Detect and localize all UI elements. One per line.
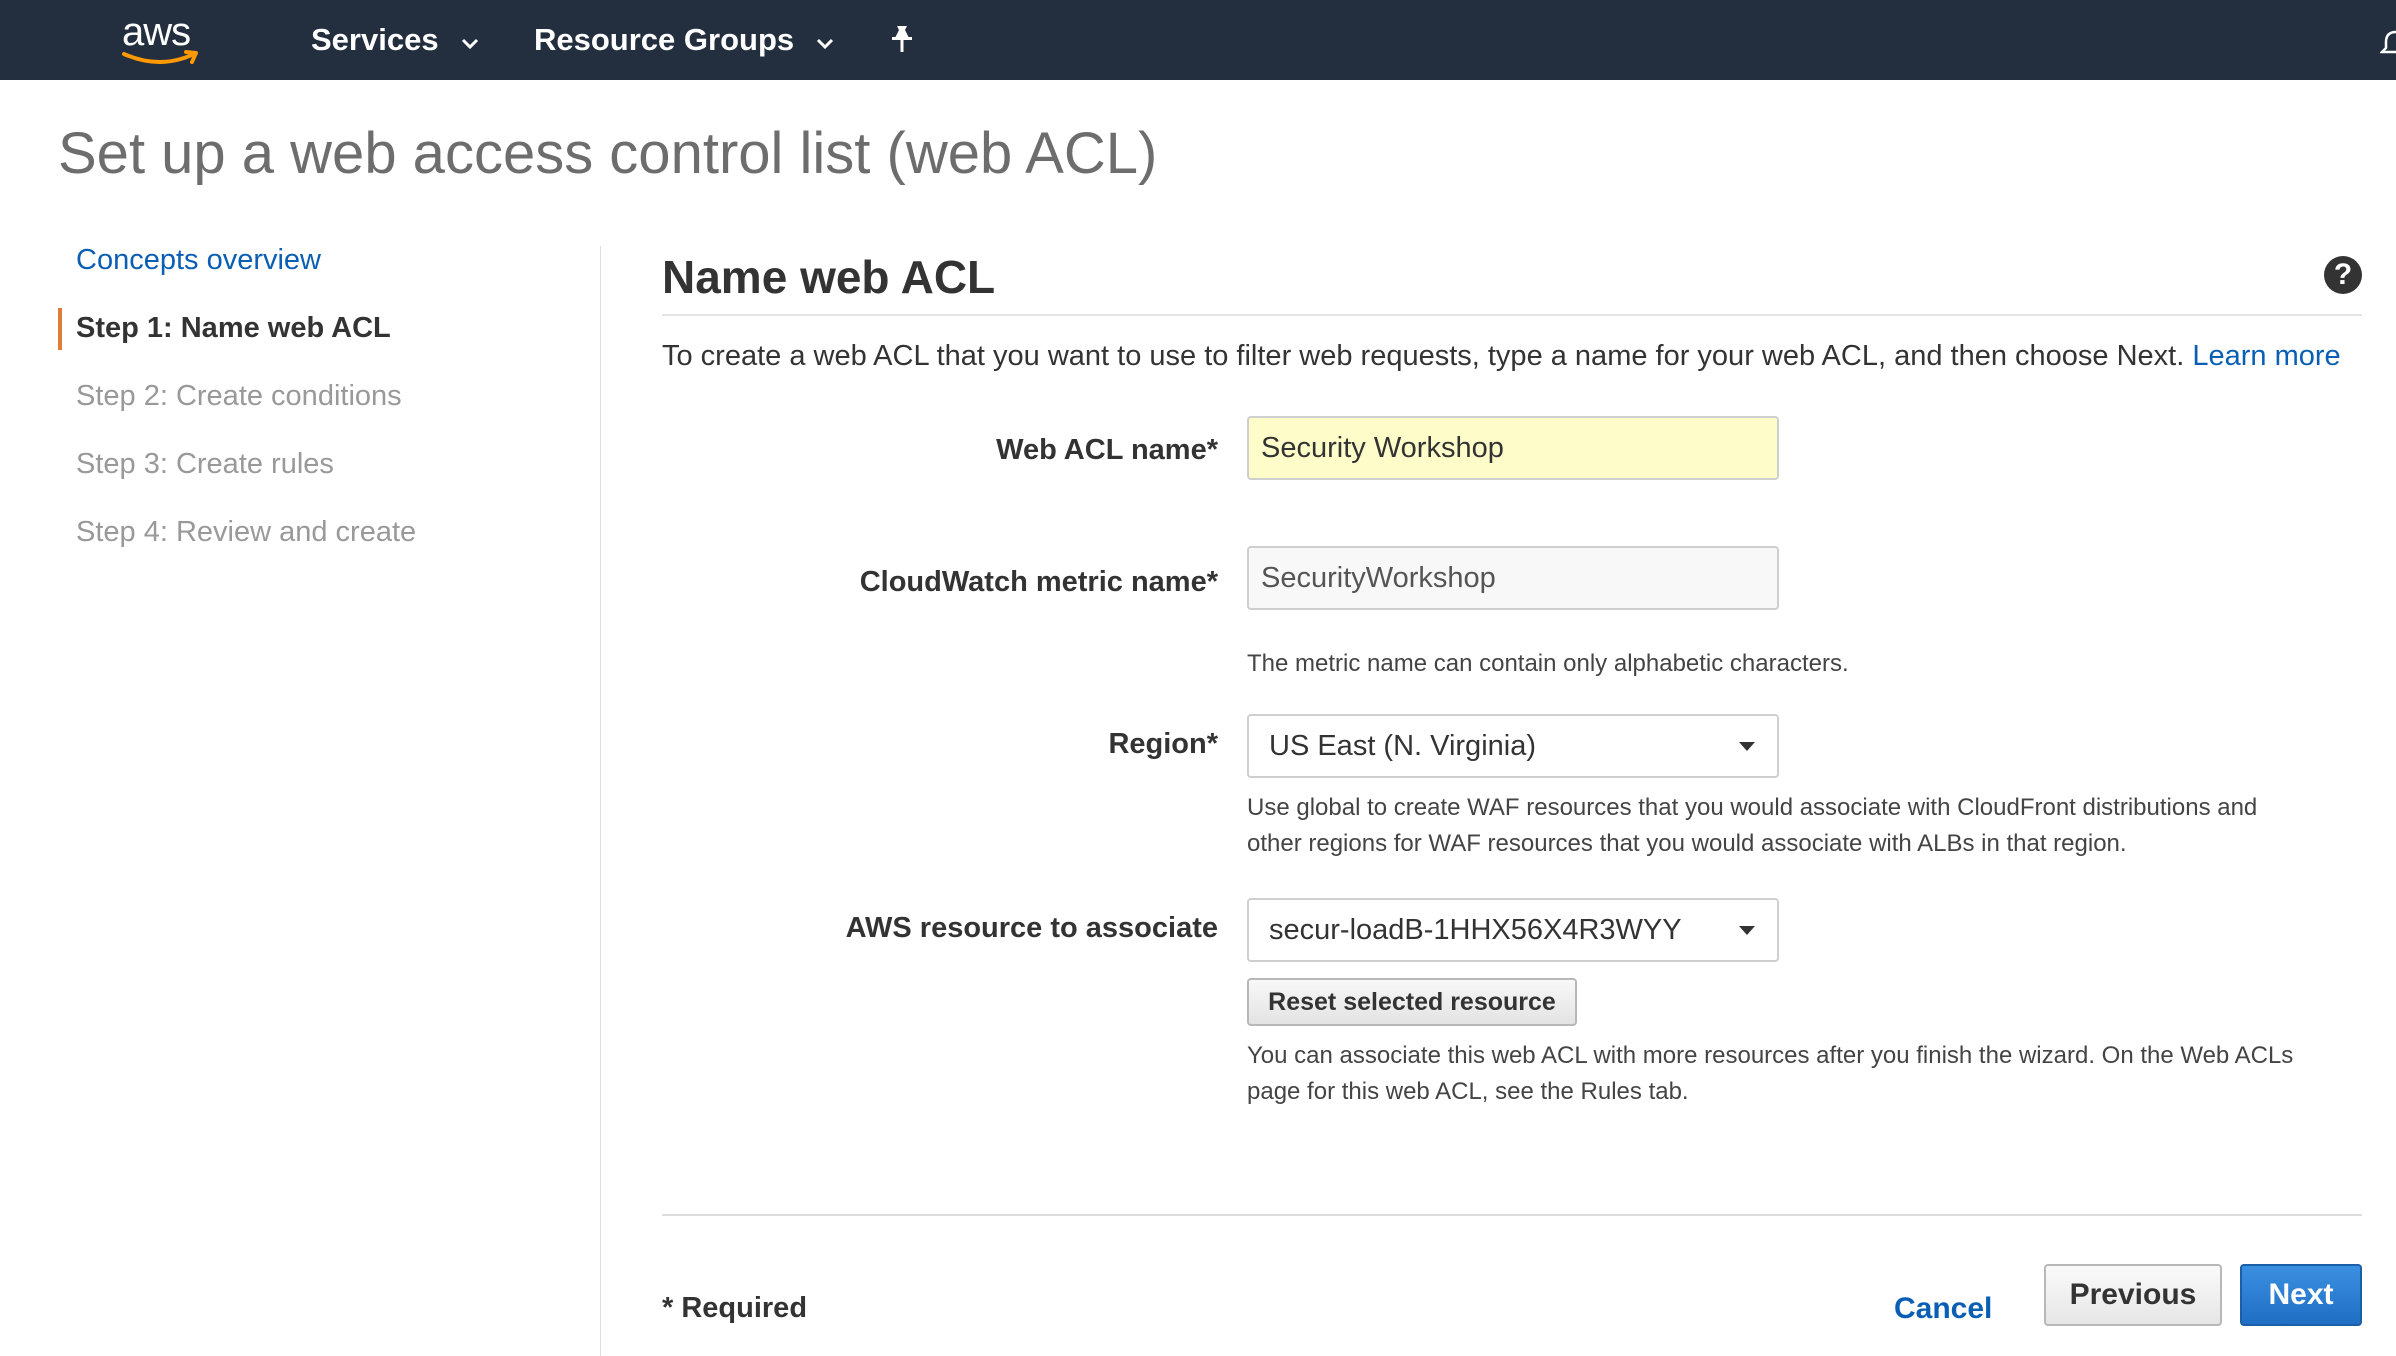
- region-label: Region*: [1108, 728, 1218, 760]
- aws-resource-hint-line-1: You can associate this web ACL with more…: [1247, 1042, 2294, 1069]
- cancel-button[interactable]: Cancel: [1894, 1292, 1992, 1326]
- services-menu[interactable]: Services: [311, 20, 479, 60]
- aws-resource-select[interactable]: secur-loadB-1HHX56X4R3WYY: [1247, 898, 1779, 962]
- sidebar-item-step-3: Step 3: Create rules: [76, 448, 334, 480]
- chevron-down-icon: [816, 22, 834, 58]
- learn-more-link[interactable]: Learn more: [2192, 340, 2340, 372]
- sidebar-item-concepts-overview[interactable]: Concepts overview: [76, 244, 321, 277]
- aws-resource-selected-value: secur-loadB-1HHX56X4R3WYY: [1269, 913, 1682, 946]
- chevron-down-icon: [461, 22, 479, 58]
- sidebar-item-step-2: Step 2: Create conditions: [76, 380, 402, 412]
- web-acl-name-label: Web ACL name*: [996, 434, 1218, 466]
- section-title: Name web ACL: [662, 251, 996, 303]
- top-navigation-bar: aws Services Resource Groups: [0, 0, 2396, 80]
- region-hint-line-2: other regions for WAF resources that you…: [1247, 830, 2127, 857]
- next-button[interactable]: Next: [2240, 1264, 2362, 1326]
- sidebar-item-step-4: Step 4: Review and create: [76, 516, 417, 548]
- caret-down-icon: [1739, 926, 1755, 935]
- section-divider: [662, 314, 2362, 316]
- required-note: * Required: [662, 1292, 808, 1324]
- page-title: Set up a web access control list (web AC…: [58, 121, 1158, 186]
- caret-down-icon: [1739, 742, 1755, 751]
- pin-icon[interactable]: [888, 24, 916, 56]
- aws-smile-icon: [122, 50, 198, 64]
- resource-groups-menu[interactable]: Resource Groups: [534, 20, 834, 60]
- active-step-indicator: [58, 308, 62, 350]
- previous-button[interactable]: Previous: [2044, 1264, 2222, 1326]
- aws-resource-label: AWS resource to associate: [845, 912, 1218, 944]
- web-acl-name-input[interactable]: [1247, 416, 1779, 480]
- help-icon[interactable]: ?: [2324, 256, 2362, 294]
- cloudwatch-metric-label: CloudWatch metric name*: [859, 566, 1218, 598]
- services-label: Services: [311, 22, 439, 57]
- aws-resource-hint-line-2: page for this web ACL, see the Rules tab…: [1247, 1078, 1689, 1105]
- aws-resource-hint: You can associate this web ACL with more…: [1247, 1038, 2293, 1110]
- intro-text: To create a web ACL that you want to use…: [662, 340, 2341, 373]
- region-hint: Use global to create WAF resources that …: [1247, 790, 2257, 862]
- resource-groups-label: Resource Groups: [534, 22, 795, 57]
- sidebar-item-step-1: Step 1: Name web ACL: [76, 312, 391, 344]
- region-selected-value: US East (N. Virginia): [1269, 729, 1536, 762]
- cloudwatch-metric-input[interactable]: [1247, 546, 1779, 610]
- intro-body: To create a web ACL that you want to use…: [662, 340, 2185, 372]
- reset-selected-resource-button[interactable]: Reset selected resource: [1247, 978, 1577, 1026]
- bell-icon[interactable]: [2378, 24, 2396, 58]
- region-hint-line-1: Use global to create WAF resources that …: [1247, 794, 2258, 821]
- aws-logo[interactable]: aws: [120, 8, 204, 68]
- cloudwatch-metric-hint: The metric name can contain only alphabe…: [1247, 650, 1849, 677]
- region-select[interactable]: US East (N. Virginia): [1247, 714, 1779, 778]
- sidebar-divider: [600, 246, 601, 1356]
- footer-divider: [662, 1214, 2362, 1216]
